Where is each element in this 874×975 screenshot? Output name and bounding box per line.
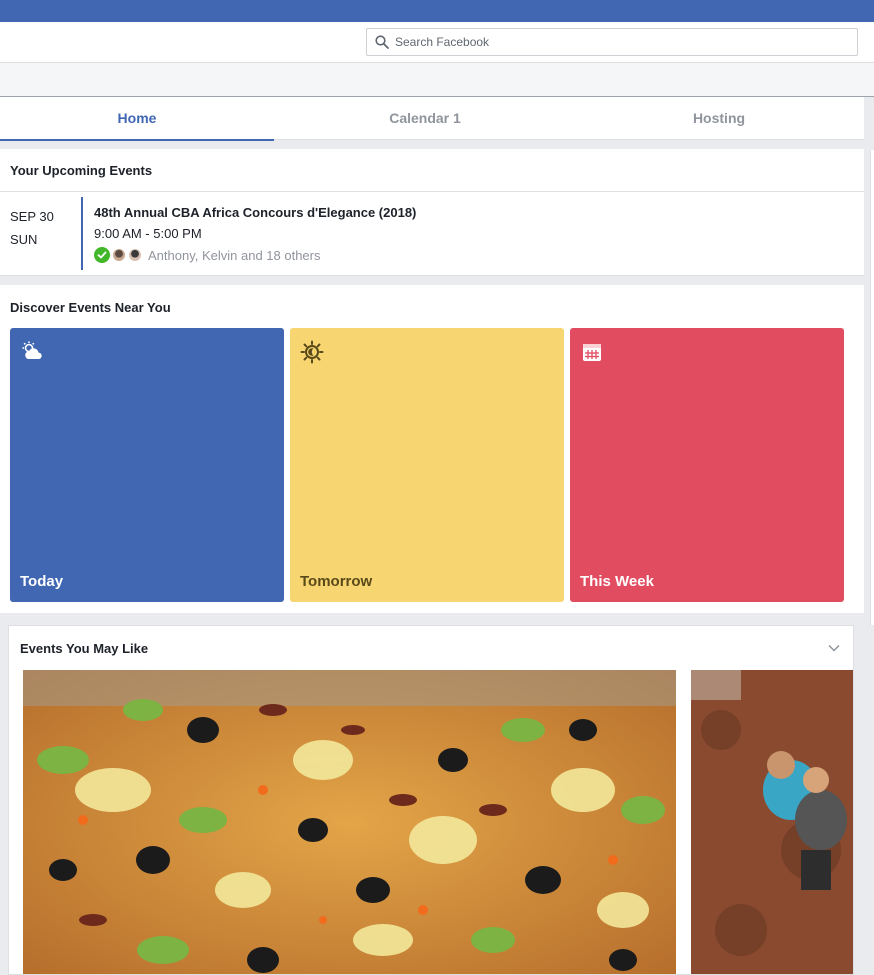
tile-tomorrow[interactable]: Tomorrow [290,328,564,602]
tile-this-week[interactable]: This Week [570,328,844,602]
search-icon [375,35,389,49]
chevron-down-icon[interactable] [827,641,841,655]
event-photo-outdoor[interactable] [691,670,853,974]
upcoming-events-card: Your Upcoming Events SEP 30 SUN 48th Ann… [0,149,864,276]
search-input[interactable] [395,32,845,52]
discover-events-card: Discover Events Near You Today Tomorrow … [0,285,864,613]
top-navigation-bar [0,0,874,22]
event-time: 9:00 AM - 5:00 PM [94,226,202,241]
going-check-icon [94,247,110,263]
search-bar-row [0,22,874,63]
weather-icon [22,341,42,359]
sunrise-icon [300,340,324,364]
secondary-header-strip [0,63,874,97]
guest-avatar [112,248,126,262]
guests-text: Anthony, Kelvin and 18 others [148,247,321,263]
events-you-may-like-card: Events You May Like [8,625,854,975]
tile-this-week-label: This Week [580,573,654,590]
event-guests[interactable]: Anthony, Kelvin and 18 others [94,247,321,263]
event-photo-pizza[interactable] [23,670,676,974]
tile-today[interactable]: Today [10,328,284,602]
tab-home[interactable]: Home [0,97,274,141]
tile-tomorrow-label: Tomorrow [300,573,373,590]
event-accent-bar [81,197,83,270]
event-date: SEP 30 SUN [10,205,54,251]
right-rail-card [870,150,874,625]
discover-events-title: Discover Events Near You [10,300,171,315]
guest-avatar [128,248,142,262]
tile-today-label: Today [20,573,64,590]
events-you-may-like-title: Events You May Like [20,641,149,656]
tab-hosting[interactable]: Hosting [582,97,856,140]
event-date-month-day: SEP 30 [10,209,54,224]
calendar-icon [583,344,601,361]
upcoming-events-title: Your Upcoming Events [10,163,153,178]
card-divider [0,191,864,192]
event-title-link[interactable]: 48th Annual CBA Africa Concours d'Elegan… [94,205,416,220]
event-date-weekday: SUN [10,232,38,247]
tab-calendar[interactable]: Calendar 1 [288,97,562,140]
events-tab-bar: Home Calendar 1 Hosting [0,97,864,141]
search-box[interactable] [366,28,858,56]
